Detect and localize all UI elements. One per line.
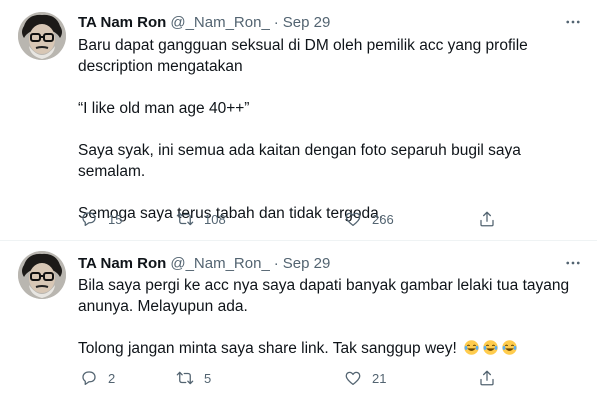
retweet-count: 5 (204, 370, 212, 386)
avatar[interactable] (18, 251, 66, 299)
tweet-header: TA Nam Ron @_Nam_Ron_ · Sep 29 (78, 12, 330, 32)
avatar[interactable] (18, 12, 66, 60)
like-button[interactable]: 266 (336, 207, 394, 231)
reply-count: 2 (108, 370, 116, 386)
reply-icon (82, 212, 96, 227)
retweet-icon (176, 371, 194, 385)
author-name[interactable]: TA Nam Ron (78, 255, 166, 272)
reply-button[interactable]: 2 (72, 366, 115, 390)
tweet[interactable]: TA Nam Ron @_Nam_Ron_ · Sep 29 Baru dapa… (0, 0, 597, 240)
tweet-header: TA Nam Ron @_Nam_Ron_ · Sep 29 (78, 253, 330, 273)
like-count: 266 (372, 211, 394, 227)
tweet-paragraph: Saya syak, ini semua ada kaitan dengan f… (78, 142, 526, 180)
tweet-actions: 2 5 21 (66, 366, 526, 390)
share-icon (480, 211, 494, 227)
share-button[interactable] (470, 366, 504, 390)
more-options-button[interactable] (563, 12, 583, 32)
heart-icon (345, 371, 361, 386)
tweet-paragraph: Bila saya pergi ke acc nya saya dapati b… (78, 277, 570, 315)
share-icon (480, 370, 494, 386)
tweet-paragraph: Baru dapat gangguan seksual di DM oleh p… (78, 37, 528, 75)
author-handle[interactable]: @_Nam_Ron_ (170, 14, 269, 31)
face-with-tears-of-joy-icon (483, 340, 498, 355)
author-handle[interactable]: @_Nam_Ron_ (170, 255, 269, 272)
retweet-icon (176, 212, 194, 226)
separator-dot: · (273, 254, 279, 272)
tweet-text: Bila saya pergi ke acc nya saya dapati b… (78, 275, 583, 359)
author-name[interactable]: TA Nam Ron (78, 14, 166, 31)
heart-icon (345, 212, 361, 227)
retweet-count: 108 (204, 211, 226, 227)
retweet-button[interactable]: 5 (168, 366, 211, 390)
retweet-button[interactable]: 108 (168, 207, 226, 231)
more-horizontal-icon (566, 20, 580, 24)
tweet-paragraph: “I like old man age 40++” (78, 100, 250, 117)
more-options-button[interactable] (563, 253, 583, 273)
tweet-paragraph: Tolong jangan minta saya share link. Tak… (78, 338, 583, 359)
emoji-group (461, 340, 518, 357)
tweet-text: Baru dapat gangguan seksual di DM oleh p… (78, 35, 583, 224)
tweet-paragraph-text: Tolong jangan minta saya share link. Tak… (78, 340, 457, 357)
share-button[interactable] (470, 207, 504, 231)
reply-icon (82, 371, 96, 386)
reply-count: 15 (108, 211, 123, 227)
more-horizontal-icon (566, 261, 580, 265)
tweet-time[interactable]: Sep 29 (283, 14, 331, 31)
face-with-tears-of-joy-icon (502, 340, 517, 355)
separator-dot: · (273, 13, 279, 31)
tweet[interactable]: TA Nam Ron @_Nam_Ron_ · Sep 29 Bila saya… (0, 241, 597, 400)
avatar-image (18, 12, 66, 60)
like-count: 21 (372, 370, 387, 386)
tweet-actions: 15 108 266 (66, 207, 526, 231)
tweet-time[interactable]: Sep 29 (283, 255, 331, 272)
reply-button[interactable]: 15 (72, 207, 122, 231)
avatar-image (18, 251, 66, 299)
face-with-tears-of-joy-icon (464, 340, 479, 355)
like-button[interactable]: 21 (336, 366, 386, 390)
